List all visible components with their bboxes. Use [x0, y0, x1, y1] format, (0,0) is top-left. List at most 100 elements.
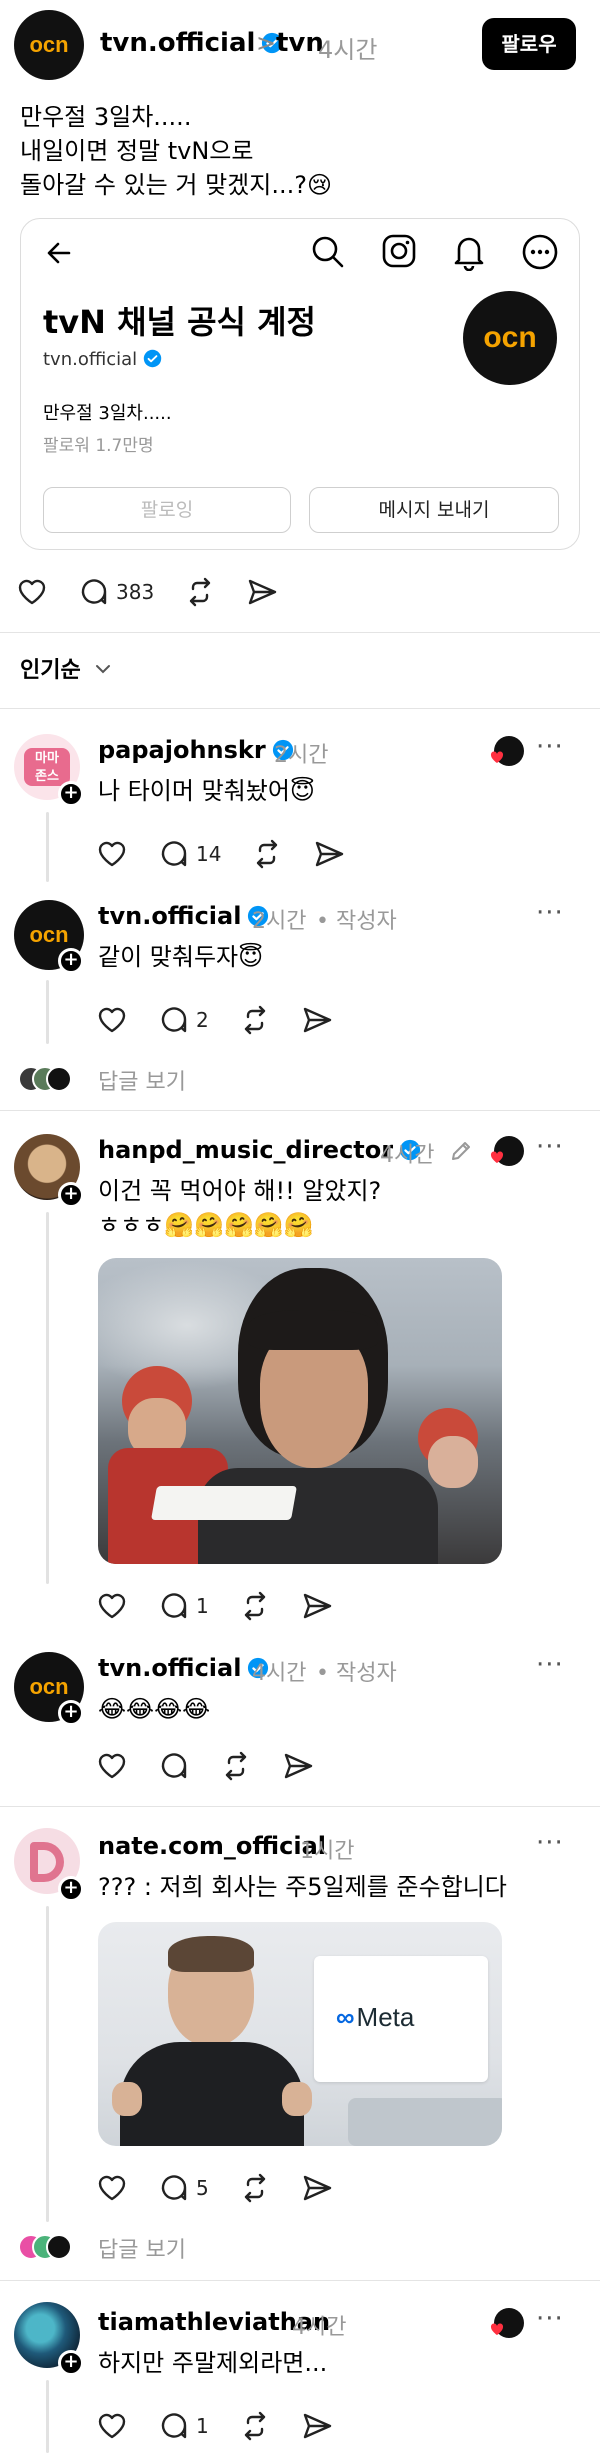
repost-button[interactable]: [220, 1750, 252, 1782]
following-button[interactable]: 팔로잉: [43, 487, 291, 533]
reply-button[interactable]: 1: [158, 1590, 209, 1622]
comment-time: 2시간: [274, 743, 329, 768]
meta-logo: ∞Meta: [336, 2002, 415, 2032]
send-icon: [316, 841, 344, 867]
thread-line: [46, 2380, 49, 2453]
reply-button[interactable]: 2: [158, 1004, 209, 1036]
commenter-name[interactable]: nate.com_official: [98, 1832, 326, 1860]
thread-line: [46, 1212, 49, 1584]
reply-button[interactable]: 383: [78, 576, 154, 608]
follow-plus-icon[interactable]: +: [58, 1700, 84, 1726]
ocn-logo: ocn: [463, 291, 557, 385]
heart-icon: [98, 2175, 126, 2201]
more-options-icon[interactable]: ···: [536, 1132, 564, 1162]
comment-actions: 1: [96, 1586, 363, 1626]
share-button[interactable]: [301, 2172, 333, 2204]
like-button[interactable]: [16, 576, 48, 608]
more-options-icon[interactable]: ···: [536, 898, 564, 928]
repost-button[interactable]: [239, 1590, 271, 1622]
follow-plus-icon[interactable]: +: [58, 1182, 84, 1208]
comment-time: 4시간: [380, 1143, 435, 1168]
view-replies-link[interactable]: 답글 보기: [98, 1064, 186, 1096]
view-replies-link[interactable]: 답글 보기: [98, 2232, 186, 2264]
comment-actions: 14: [96, 834, 375, 874]
reply-button[interactable]: 5: [158, 2172, 209, 2204]
more-options-icon[interactable]: ···: [536, 2304, 564, 2334]
commenter-name[interactable]: hanpd_music_director: [98, 1136, 421, 1164]
svg-text:ocn: ocn: [483, 321, 536, 354]
like-button[interactable]: [96, 2410, 128, 2442]
repost-button[interactable]: [184, 576, 216, 608]
comment-image[interactable]: ∞Meta: [98, 1922, 502, 2146]
commenter-name[interactable]: papajohnskr: [98, 736, 294, 764]
section-divider: [0, 632, 600, 633]
comment-actions: 5: [96, 2168, 363, 2208]
more-options-icon[interactable]: ···: [536, 732, 564, 762]
like-button[interactable]: [96, 1590, 128, 1622]
heart-icon: [98, 1007, 126, 1033]
more-options-icon[interactable]: ···: [536, 1650, 564, 1680]
sort-dropdown[interactable]: 인기순: [20, 652, 112, 684]
notification-bell-icon[interactable]: [451, 233, 487, 271]
heart-icon: [18, 579, 46, 605]
follow-plus-icon[interactable]: +: [58, 1876, 84, 1902]
reply-button[interactable]: 14: [158, 838, 221, 870]
embed-followers[interactable]: 팔로워 1.7만명: [43, 431, 154, 456]
section-divider: [0, 708, 600, 709]
share-button[interactable]: [301, 1590, 333, 1622]
author-tag: • 작성자: [316, 909, 397, 934]
more-options-icon[interactable]: [521, 233, 559, 271]
search-icon[interactable]: [309, 233, 347, 271]
repost-button[interactable]: [239, 1004, 271, 1036]
more-options-icon[interactable]: ···: [536, 1828, 564, 1858]
reply-button[interactable]: [158, 1750, 190, 1782]
verified-icon: [143, 349, 162, 368]
author-avatar[interactable]: ocn: [14, 10, 84, 80]
heart-icon: [98, 841, 126, 867]
comment-image[interactable]: [98, 1258, 502, 1564]
repost-icon: [244, 2411, 265, 2441]
comment-actions: 1: [96, 2406, 363, 2446]
commenter-name[interactable]: tvn.official: [98, 1654, 269, 1682]
reply-button[interactable]: 1: [158, 2410, 209, 2442]
repost-button[interactable]: [251, 838, 283, 870]
chevron-down-icon: [96, 665, 111, 674]
repost-icon: [244, 1005, 265, 1035]
like-button[interactable]: [96, 1004, 128, 1036]
message-button[interactable]: 메시지 보내기: [309, 487, 559, 533]
share-button[interactable]: [301, 2410, 333, 2442]
reply-avatars: [18, 1066, 88, 1094]
section-divider: [0, 1806, 600, 1807]
post-line-1: 만우절 3일차.....: [20, 103, 192, 131]
repost-button[interactable]: [239, 2410, 271, 2442]
profile-embed-card[interactable]: tvN 채널 공식 계정 tvn.official 만우절 3일차..... 팔…: [20, 218, 580, 550]
commenter-name[interactable]: tvn.official: [98, 902, 269, 930]
comment-actions: 2: [96, 1000, 363, 1040]
share-button[interactable]: [282, 1750, 314, 1782]
send-icon: [303, 1007, 331, 1033]
follow-plus-icon[interactable]: +: [58, 948, 84, 974]
comment-icon: [161, 1753, 187, 1779]
comment-text: 같이 맞춰두자😇: [98, 943, 264, 971]
like-button[interactable]: [96, 2172, 128, 2204]
follow-plus-icon[interactable]: +: [58, 781, 84, 807]
follow-button[interactable]: 팔로우: [482, 18, 576, 70]
instagram-icon[interactable]: [381, 233, 417, 269]
author-liked-avatar: [490, 736, 524, 766]
like-button[interactable]: [96, 838, 128, 870]
like-button[interactable]: [96, 1750, 128, 1782]
channel-link[interactable]: tvn: [276, 28, 324, 58]
repost-icon: [257, 839, 278, 869]
share-button[interactable]: [246, 576, 278, 608]
post-time: 4시간: [318, 36, 378, 64]
back-arrow-icon[interactable]: [43, 237, 75, 269]
post-line-3: 돌아갈 수 있는 거 맞겠지...?😢: [20, 171, 332, 199]
share-button[interactable]: [313, 838, 345, 870]
repost-button[interactable]: [239, 2172, 271, 2204]
comment-icon: [161, 841, 187, 867]
share-button[interactable]: [301, 1004, 333, 1036]
follow-plus-icon[interactable]: +: [58, 2350, 84, 2376]
comment-text: 하지만 주말제외라면...: [98, 2349, 328, 2377]
author-liked-avatar: [490, 2308, 524, 2338]
comment-text: 😂😂😂😂: [98, 1695, 211, 1723]
